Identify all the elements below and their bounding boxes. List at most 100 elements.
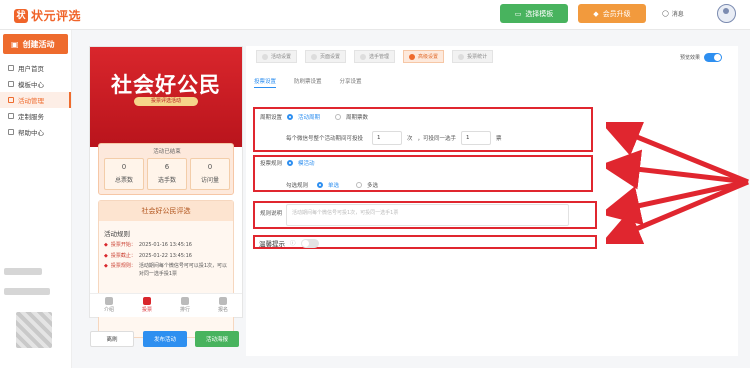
step-label: 选手管理 [369,54,390,60]
bullet-icon: ◆ [104,263,108,269]
phone-bottom-nav: 介绍 投票 排行 报名 [90,293,242,317]
nav-label: 排行 [179,307,190,313]
rule-description-textarea[interactable]: 活动期间每个微信号可投1次，可投同一选手1票 [286,204,569,226]
step-label: 高级设置 [418,54,439,60]
phone-preview: 社会好公民 投票评选活动 活动已结束 0 总票数 6 选手数 0 访问量 社会好公民评… [89,46,243,338]
logo-icon: 状 [14,8,28,23]
warm-tip-toggle[interactable] [300,238,319,248]
bullet-icon: ◆ [104,242,108,248]
top-bar: 状 状元评选 ▭ 选择模板 ◆ 会员升级 ◯ 消息 [0,0,750,30]
votes-per-contestant-input[interactable]: 1 [461,131,492,145]
nav-signup[interactable]: 报名 [204,294,242,317]
stat-label: 访问量 [200,177,219,184]
activity-status: 活动已结束 [153,149,181,155]
sidebar-item-help-center[interactable]: 帮助中心 [0,124,71,140]
tab-contestant-management[interactable]: 选手管理 [354,50,396,63]
step-label: 活动设置 [271,54,292,60]
rule-item: ◆ 投票规则： 活动期间每个微信号可可以投1次，可以对同一选手投1票 [104,263,229,278]
multi-choice-radio[interactable] [356,182,363,188]
poster-banner: 社会好公民 投票评选活动 [90,47,242,147]
cycle-setting-label: 周期设置 [260,115,283,121]
rules-heading: 活动规则 [104,230,130,238]
times-unit: 次 [407,136,413,142]
rule-value: 活动期间每个微信号可可以投1次，可以对同一选手投1票 [138,263,228,277]
rule-description-label: 规则说明 [260,211,283,217]
activity-cycle-radio[interactable] [287,114,294,120]
nav-intro[interactable]: 介绍 [90,294,128,317]
vip-upgrade-button[interactable]: ◆ 会员升级 [578,4,646,23]
vote-times-input[interactable]: 1 [372,131,403,145]
sub-tabs: 投票设置 防刷票设置 分享设置 [254,77,362,88]
help-icon [8,129,14,135]
template-icon: ▭ [514,9,522,18]
arrow-line [606,179,749,244]
stat-label: 选手数 [157,177,176,184]
single-choice-option: 单选 [328,183,340,189]
sidebar-item-custom-service[interactable]: 定制服务 [0,108,71,124]
cycle-votes-radio[interactable] [335,114,342,120]
poster-title: 社会好公民 [111,73,221,97]
messages-label: 消息 [671,11,684,18]
vote-rule-row: 投票规则 模活动 [260,159,315,167]
sidebar-item-label: 活动管理 [18,97,44,105]
create-activity-button[interactable]: ▣ 创建活动 [3,34,68,54]
poster-subtitle: 投票评选活动 [134,97,198,106]
tab-advanced-settings[interactable]: 高级设置 [403,50,445,63]
arrow-line [606,179,749,226]
rule-key: 投票开始： [110,242,136,248]
tab-share-settings[interactable]: 分享设置 [340,77,362,88]
service-icon [8,113,14,119]
tab-anti-fraud-settings[interactable]: 防刷票设置 [294,77,322,88]
rule-item: ◆ 投票开始： 2025-01-16 13:45:16 [104,242,229,250]
sidebar-item-label: 用户首页 [18,65,44,73]
same-contestant-label: ，可投同一选手 [417,136,457,142]
avatar[interactable] [717,4,736,23]
rule-value: 2025-01-22 13:45:16 [138,252,192,259]
preview-toggle-label: 预览效果 [680,55,701,61]
create-activity-label: 创建活动 [22,39,55,49]
votes-unit: 票 [496,136,502,142]
poster-button[interactable]: 活动海报 [195,331,239,347]
step-label: 投票统计 [467,54,488,60]
nav-label: 投票 [141,307,152,313]
rule-option-radio[interactable] [287,160,294,166]
vote-rule-label: 投票规则 [260,161,283,167]
sidebar-item-label: 定制服务 [18,113,44,121]
nav-vote[interactable]: 投票 [128,294,166,317]
vip-upgrade-label: 会员升级 [602,9,631,18]
step-icon [262,53,268,60]
tab-vote-settings[interactable]: 投票设置 [254,77,277,88]
intro-icon [105,297,113,305]
step-icon [458,53,465,60]
nav-ranking[interactable]: 排行 [166,294,204,317]
user-icon [8,65,14,71]
single-choice-radio[interactable] [317,182,324,188]
info-card-title: 社会好公民评选 [99,201,233,221]
sidebar-item-user-home[interactable]: 用户首页 [0,60,71,76]
sidebar: ▣ 创建活动 用户首页 模板中心 活动管理 定制服务 帮助中心 [0,30,72,368]
cycle-setting-row: 周期设置 活动周期 周期票数 [260,113,368,121]
sidebar-item-template-center[interactable]: 模板中心 [0,76,71,92]
stat-label: 总票数 [114,177,133,184]
tab-vote-statistics[interactable]: 投票统计 [452,50,494,63]
rule-item: ◆ 投票截止： 2025-01-22 13:45:16 [104,253,229,261]
step-icon [409,53,416,60]
rule-description-row: 规则说明 [260,209,282,217]
tab-activity-settings[interactable]: 活动设置 [256,50,298,63]
signup-icon [219,297,227,305]
app-logo[interactable]: 状 状元评选 [14,7,81,24]
choose-template-button[interactable]: ▭ 选择模板 [500,4,568,23]
stat-total-votes: 0 总票数 [104,158,144,190]
cycle-count-row: 每个微信号整个活动期间可投投 1 次 ，可投同一选手 1 票 [286,131,502,145]
prev-button[interactable]: 离刷 [90,331,134,347]
preview-toggle[interactable] [704,53,723,62]
messages-link[interactable]: ◯ 消息 [662,9,684,18]
sidebar-item-activity-management[interactable]: 活动管理 [0,92,71,108]
activity-icon [8,97,14,103]
warm-tip-row: 温馨提示 ⓘ [259,238,319,248]
tab-page-settings[interactable]: 页面设置 [305,50,347,63]
nav-label: 介绍 [103,307,114,313]
activity-cycle-option: 活动周期 [298,115,321,121]
stats-card: 活动已结束 0 总票数 6 选手数 0 访问量 [98,143,234,195]
publish-button[interactable]: 发布活动 [143,331,187,347]
